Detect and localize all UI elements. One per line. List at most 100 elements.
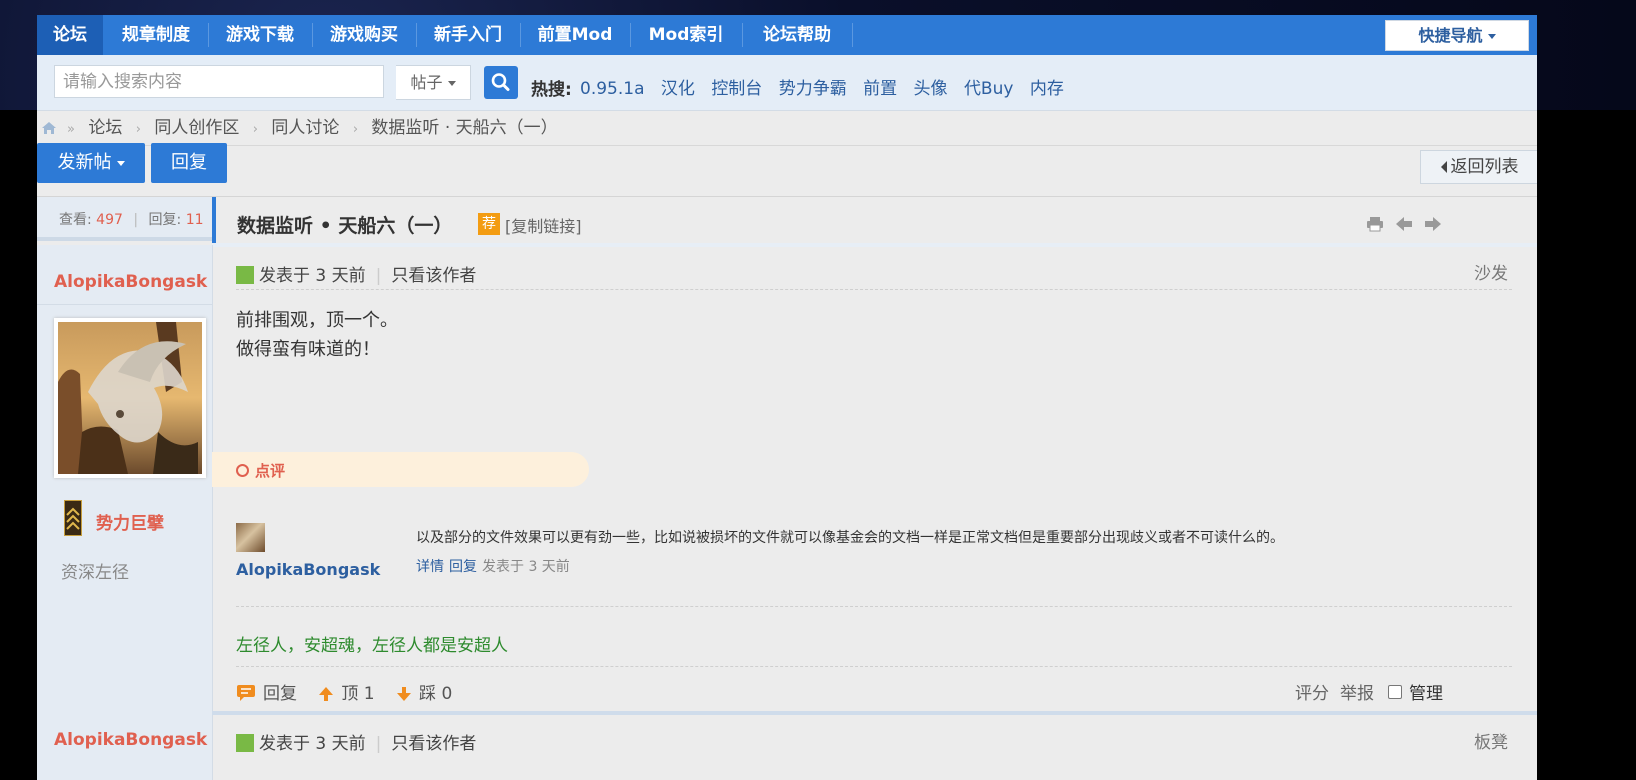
comment-time: 发表于 3 天前 (482, 559, 570, 575)
search-input[interactable]: 请输入搜索内容 (54, 65, 384, 98)
circle-icon (236, 464, 249, 477)
top-nav: 论坛 规章制度 游戏下载 游戏购买 新手入门 前置Mod Mod索引 论坛帮助 … (37, 15, 1537, 55)
next-floor-label[interactable]: 板凳 (1474, 728, 1508, 753)
quick-nav-button[interactable]: 快捷导航 (1385, 20, 1529, 51)
divider (236, 666, 1512, 667)
floor-label[interactable]: 沙发 (1474, 259, 1508, 284)
back-to-list-button[interactable]: 返回列表 (1420, 150, 1537, 184)
comment-actions: 详情 回复 发表于 3 天前 (416, 556, 570, 576)
hot-term-link[interactable]: 内存 (1030, 79, 1064, 99)
post-body: 前排围观，顶一个。 做得蛮有味道的！ (236, 306, 398, 364)
home-icon[interactable] (41, 121, 57, 135)
nav-game-download[interactable]: 游戏下载 (211, 15, 309, 55)
search-type-label: 帖子 (410, 73, 443, 92)
chevron-left-icon (1440, 161, 1447, 173)
post-separator (212, 711, 1537, 715)
nav-rules[interactable]: 规章制度 (107, 15, 205, 55)
chevron-down-icon (116, 160, 125, 166)
rank-name: 势力巨擘 (96, 514, 164, 534)
manage-label: 管理 (1409, 684, 1443, 704)
nav-beginner[interactable]: 新手入门 (419, 15, 517, 55)
hot-term-link[interactable]: 代Buy (964, 79, 1014, 99)
thread-stats: 查看: 497 | 回复: 11 (37, 197, 212, 241)
replies-label: 回复: (148, 212, 182, 228)
rate-link[interactable]: 评分 (1295, 679, 1329, 704)
arrow-down-icon (397, 687, 412, 701)
upvote-action[interactable]: 顶 1 (318, 684, 380, 704)
nav-game-purchase[interactable]: 游戏购买 (315, 15, 413, 55)
comment-icon (237, 685, 255, 701)
manage-checkbox[interactable] (1388, 685, 1402, 699)
post-meta: 发表于 3 天前 | 只看该作者 (236, 261, 476, 286)
breadcrumb-trail: » 论坛 › 同人创作区 › 同人讨论 › 数据监听 · 天船六（一） (67, 111, 558, 147)
reply-action-label: 回复 (263, 684, 297, 704)
divider (236, 606, 1512, 607)
nav-divider (312, 23, 313, 47)
next-post-author[interactable]: AlopikaBongask (54, 730, 207, 750)
next-only-author-link[interactable]: 只看该作者 (391, 734, 476, 754)
thread-title: 数据监听 • 天船六（一） (237, 215, 453, 237)
stats-divider: | (133, 212, 139, 228)
comment-detail-link[interactable]: 详情 (416, 559, 444, 575)
reply-action[interactable]: 回复 (236, 684, 302, 704)
post-body-line: 前排围观，顶一个。 (236, 310, 398, 331)
nav-forum[interactable]: 论坛 (37, 15, 103, 55)
nav-divider (852, 23, 853, 47)
hot-term-link[interactable]: 0.95.1a (580, 79, 645, 99)
breadcrumb-forum[interactable]: 论坛 (88, 118, 122, 138)
downvote-label: 踩 0 (419, 684, 453, 704)
previous-thread-icon[interactable] (1395, 216, 1413, 232)
breadcrumb-current-thread[interactable]: 数据监听 · 天船六（一） (371, 118, 557, 138)
meta-divider: | (375, 734, 382, 754)
upvote-label: 顶 1 (341, 684, 375, 704)
author-name[interactable]: AlopikaBongask (54, 272, 207, 292)
search-button[interactable] (484, 66, 518, 99)
nav-mod-index[interactable]: Mod索引 (633, 15, 739, 55)
rank-badge-icon (64, 500, 82, 536)
breadcrumb-fan-creation[interactable]: 同人创作区 (154, 118, 239, 138)
nav-prereq-mod[interactable]: 前置Mod (523, 15, 627, 55)
search-type-select[interactable]: 帖子 (396, 65, 471, 100)
hot-search-label: 热搜: (531, 80, 572, 100)
downvote-action[interactable]: 踩 0 (396, 684, 452, 704)
hot-term-link[interactable]: 头像 (914, 79, 948, 99)
hot-term-link[interactable]: 控制台 (711, 79, 762, 99)
comment-section-title: 点评 (255, 462, 286, 480)
nav-divider (416, 23, 417, 47)
report-link[interactable]: 举报 (1340, 679, 1374, 704)
hot-term-link[interactable]: 势力争霸 (779, 79, 847, 99)
rank-title: 资深左径 (61, 563, 129, 583)
hot-term-link[interactable]: 前置 (863, 79, 897, 99)
copy-link[interactable]: [复制链接] (505, 213, 582, 237)
user-signature: 左径人，安超魂，左径人都是安超人 (236, 636, 508, 656)
next-thread-icon[interactable] (1424, 216, 1442, 232)
breadcrumb-separator: › (352, 122, 359, 137)
breadcrumb-fan-discussion[interactable]: 同人讨论 (271, 118, 339, 138)
chevron-down-icon (447, 81, 456, 86)
nav-help[interactable]: 论坛帮助 (745, 15, 849, 55)
post-time: 发表于 3 天前 (259, 266, 366, 286)
views-label: 查看: (59, 212, 92, 228)
comment-avatar[interactable] (236, 523, 265, 552)
hot-term-link[interactable]: 汉化 (661, 79, 695, 99)
recommended-badge: 荐 (478, 213, 500, 235)
comment-author[interactable]: AlopikaBongask (236, 560, 380, 579)
title-accent (212, 197, 216, 243)
search-icon (491, 73, 510, 91)
nav-divider (520, 23, 521, 47)
comment-text: 以及部分的文件效果可以更有劲一些，比如说被损坏的文件就可以像基金会的文档一样是正… (416, 530, 1284, 546)
hot-search-links: 0.95.1a 汉化 控制台 势力争霸 前置 头像 代Buy 内存 (580, 74, 1075, 99)
post-body-line: 做得蛮有味道的！ (236, 339, 380, 360)
avatar[interactable] (54, 318, 206, 478)
new-post-button[interactable]: 发新帖 (37, 143, 145, 183)
breadcrumb-separator: › (252, 122, 258, 137)
divider (236, 289, 1512, 290)
only-author-link[interactable]: 只看该作者 (391, 266, 476, 286)
dragon-avatar-image (58, 322, 202, 474)
comment-reply-link[interactable]: 回复 (449, 559, 477, 575)
print-icon[interactable] (1366, 216, 1384, 232)
breadcrumb: » 论坛 › 同人创作区 › 同人讨论 › 数据监听 · 天船六（一） (37, 111, 1537, 146)
reply-button[interactable]: 回复 (151, 143, 227, 183)
next-post-meta: 发表于 3 天前 | 只看该作者 (236, 729, 476, 754)
divider (37, 304, 212, 305)
